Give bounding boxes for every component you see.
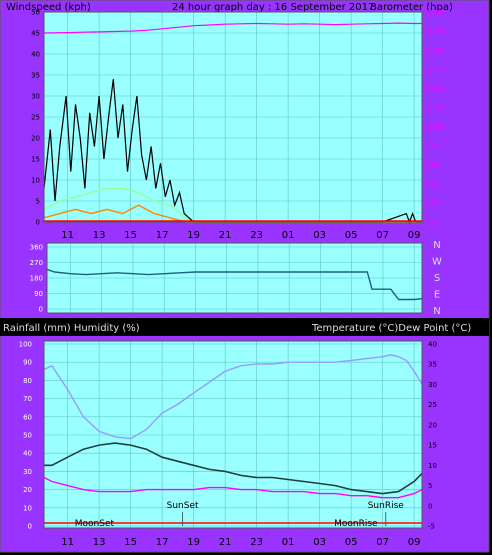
wind-y-tick: 20 [31, 135, 40, 143]
wind-y-tick: 50 [31, 9, 40, 17]
x-tick-label: 15 [124, 537, 137, 548]
x-tick-label: 07 [376, 230, 389, 241]
humidity-y-tick: 90 [23, 359, 32, 367]
humidity-y-tick: 10 [23, 504, 32, 512]
x-tick-label: 23 [250, 537, 263, 548]
event-label: SunRise [368, 501, 405, 511]
temp-y-tick: 35 [428, 361, 437, 369]
wind-y-tick: 30 [31, 93, 40, 101]
humidity-y-tick: 30 [23, 468, 32, 476]
wind-y-tick: 10 [31, 177, 40, 185]
baro-y-tick: 1025 [426, 28, 444, 36]
x-tick-label: 15 [124, 230, 137, 241]
temp-y-tick: 30 [428, 381, 437, 389]
baro-y-tick: 1010 [426, 85, 444, 93]
temp-y-tick: 25 [428, 401, 437, 409]
direction-label: N [433, 306, 440, 317]
dir-y-tick: 90 [34, 290, 43, 298]
wind-y-tick: 0 [36, 219, 40, 227]
direction-label: E [434, 290, 440, 301]
x-tick-label: 11 [61, 230, 74, 241]
dir-y-tick: 360 [30, 244, 43, 252]
x-tick-label: 19 [187, 230, 200, 241]
humidity-y-tick: 0 [28, 523, 32, 531]
x-tick-label: 17 [156, 230, 169, 241]
humidity-y-tick: 80 [23, 377, 32, 385]
dir-y-tick: 180 [30, 275, 43, 283]
graph-title: 24 hour graph day : 16 September 2017 [172, 2, 374, 13]
x-tick-label: 23 [250, 230, 263, 241]
baro-y-tick: 1000 [426, 123, 444, 131]
temp-y-tick: 10 [428, 462, 437, 470]
x-tick-label: 05 [345, 537, 358, 548]
x-tick-label: 05 [345, 230, 358, 241]
humidity-y-tick: 40 [23, 450, 32, 458]
x-tick-label: 01 [282, 230, 295, 241]
rain-humidity-label: Rainfall (mm) Humidity (%) [3, 323, 140, 334]
baro-y-tick: 985 [426, 180, 439, 188]
baro-y-tick: 990 [426, 161, 439, 169]
humidity-y-tick: 100 [19, 341, 32, 349]
wind-y-tick: 45 [31, 30, 40, 38]
temp-dew-label: Temperature (°C)Dew Point (°C) [311, 323, 471, 334]
dir-y-tick: 270 [30, 259, 43, 267]
humidity-y-tick: 60 [23, 413, 32, 421]
humidity-y-tick: 70 [23, 395, 32, 403]
direction-label: S [434, 273, 440, 284]
baro-y-tick: 1020 [426, 47, 444, 55]
baro-y-tick: 1015 [426, 66, 444, 74]
direction-label: W [432, 257, 442, 268]
x-tick-label: 21 [219, 537, 232, 548]
temp-y-tick: 40 [428, 341, 437, 349]
wind-y-tick: 15 [31, 156, 40, 164]
x-tick-label: 13 [93, 230, 106, 241]
x-tick-label: 21 [219, 230, 232, 241]
x-tick-label: 09 [408, 230, 421, 241]
wind-y-tick: 40 [31, 51, 40, 59]
baro-y-tick: 995 [426, 142, 439, 150]
x-tick-label: 01 [282, 537, 295, 548]
baro-y-tick: 975 [426, 219, 439, 227]
temp-y-tick: -5 [428, 523, 435, 531]
temp-y-tick: 0 [428, 502, 432, 510]
baro-y-tick: 980 [426, 199, 439, 207]
humidity-y-tick: 20 [23, 486, 32, 494]
temp-y-tick: 20 [428, 421, 437, 429]
direction-label: N [433, 240, 440, 251]
wind-y-tick: 25 [31, 114, 40, 122]
dir-y-tick: 0 [39, 306, 43, 314]
event-label: SunSet [167, 501, 199, 511]
x-tick-label: 13 [93, 537, 106, 548]
baro-y-tick: 1030 [426, 9, 444, 17]
temp-y-tick: 15 [428, 442, 437, 450]
x-tick-label: 17 [156, 537, 169, 548]
wind-y-tick: 5 [36, 198, 40, 206]
x-tick-label: 09 [408, 537, 421, 548]
wind-y-tick: 35 [31, 72, 40, 80]
x-tick-label: 03 [313, 230, 326, 241]
weather-graph: Windspeed (kph) 24 hour graph day : 16 S… [0, 0, 492, 555]
temp-y-tick: 5 [428, 482, 432, 490]
baro-y-tick: 1005 [426, 104, 444, 112]
windspeed-label: Windspeed (kph) [6, 2, 91, 13]
x-tick-label: 11 [61, 537, 74, 548]
x-tick-label: 03 [313, 537, 326, 548]
humidity-y-tick: 50 [23, 432, 32, 440]
x-tick-label: 19 [187, 537, 200, 548]
x-tick-label: 07 [376, 537, 389, 548]
